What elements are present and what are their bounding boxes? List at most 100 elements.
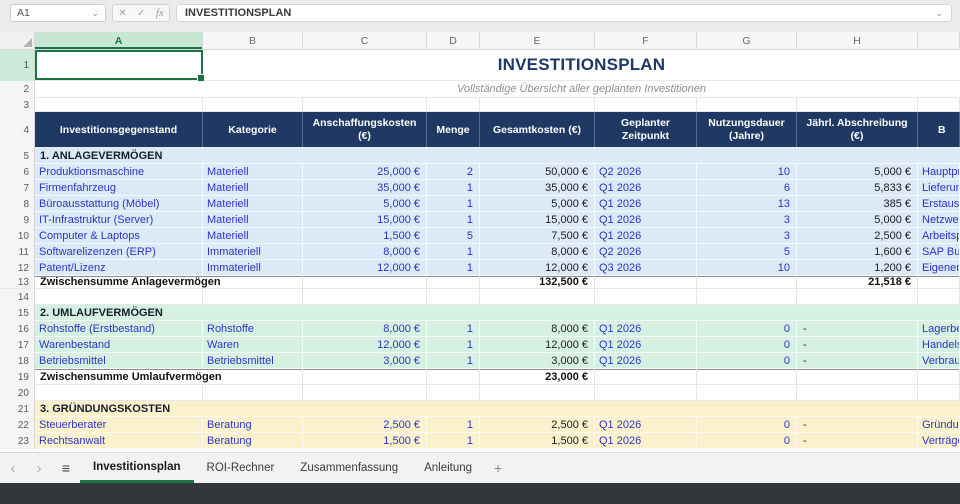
cell-A10[interactable]: Computer & Laptops [35,228,203,243]
cell-G20[interactable] [697,385,797,400]
column-header-G[interactable]: G [697,32,797,49]
cell-I16[interactable]: Lagerbes [918,321,960,336]
row-header-18[interactable]: 18 [0,353,35,369]
cell-G16[interactable]: 0 [697,321,797,336]
column-header-C[interactable]: C [303,32,427,49]
cell-G14[interactable] [697,289,797,304]
cell-A22[interactable]: Steuerberater [35,417,203,432]
cell-F3[interactable] [595,98,697,111]
cell-B3[interactable] [203,98,303,111]
cell-H8[interactable]: 385 € [797,196,918,211]
cell-C8[interactable]: 5,000 € [303,196,427,211]
cell-G22[interactable]: 0 [697,417,797,432]
cell-H19[interactable] [797,369,918,384]
row-header-19[interactable]: 19 [0,369,35,385]
column-header-H[interactable]: H [797,32,918,49]
cell-F13[interactable] [595,276,697,288]
row-header-1[interactable]: 1 [0,50,35,81]
cell-D14[interactable] [427,289,480,304]
cell-A16[interactable]: Rohstoffe (Erstbestand) [35,321,203,336]
row-header-5[interactable]: 5 [0,148,35,164]
cell-C23[interactable]: 1,500 € [303,433,427,448]
cell-D23[interactable]: 1 [427,433,480,448]
row-header-21[interactable]: 21 [0,401,35,417]
cell-G19[interactable] [697,369,797,384]
cell-F22[interactable]: Q1 2026 [595,417,697,432]
row-header-11[interactable]: 11 [0,244,35,260]
cell-A2[interactable] [35,81,203,97]
next-sheet-icon[interactable]: › [26,453,52,483]
cell-E3[interactable] [480,98,595,111]
cell-A23[interactable]: Rechtsanwalt [35,433,203,448]
row-header-7[interactable]: 7 [0,180,35,196]
cell-H18[interactable]: - [797,353,918,368]
cell-F9[interactable]: Q1 2026 [595,212,697,227]
row-header-2[interactable]: 2 [0,81,35,98]
cell-I23[interactable]: Verträge [918,433,960,448]
cell-A17[interactable]: Warenbestand [35,337,203,352]
name-box-chevron-icon[interactable]: ⌄ [91,9,99,18]
cell-G13[interactable] [697,276,797,288]
cell-A11[interactable]: Softwarelizenzen (ERP) [35,244,203,259]
cell-B14[interactable] [203,289,303,304]
cell-I10[interactable]: Arbeitsp [918,228,960,243]
row-header-15[interactable]: 15 [0,305,35,321]
cell-F17[interactable]: Q1 2026 [595,337,697,352]
cell-A8[interactable]: Büroausstattung (Möbel) [35,196,203,211]
cell-C16[interactable]: 8,000 € [303,321,427,336]
cell-C11[interactable]: 8,000 € [303,244,427,259]
row-header-13[interactable]: 13 [0,276,35,288]
cell-D8[interactable]: 1 [427,196,480,211]
cell-D11[interactable]: 1 [427,244,480,259]
cell-B12[interactable]: Immateriell [203,260,303,275]
cell-B6[interactable]: Materiell [203,164,303,179]
column-header-A[interactable]: A [35,32,203,49]
sheet-tab-zusammenfassung[interactable]: Zusammenfassung [287,453,411,483]
cell-I17[interactable]: Handels [918,337,960,352]
cell-E9[interactable]: 15,000 € [480,212,595,227]
cell-H9[interactable]: 5,000 € [797,212,918,227]
cell-A3[interactable] [35,98,203,111]
cell-B23[interactable]: Beratung [203,433,303,448]
cell-D17[interactable]: 1 [427,337,480,352]
cell-G17[interactable]: 0 [697,337,797,352]
cell-H20[interactable] [797,385,918,400]
cell-H3[interactable] [797,98,918,111]
cell-A9[interactable]: IT-Infrastruktur (Server) [35,212,203,227]
cell-F8[interactable]: Q1 2026 [595,196,697,211]
row-header-10[interactable]: 10 [0,228,35,244]
cell-G3[interactable] [697,98,797,111]
cell-H22[interactable]: - [797,417,918,432]
add-sheet-icon[interactable]: + [485,453,511,483]
row-header-20[interactable]: 20 [0,385,35,401]
cell-C7[interactable]: 35,000 € [303,180,427,195]
cell-E19[interactable]: 23,000 € [480,369,595,384]
cell-E14[interactable] [480,289,595,304]
cell-F16[interactable]: Q1 2026 [595,321,697,336]
cell-E17[interactable]: 12,000 € [480,337,595,352]
cell-E12[interactable]: 12,000 € [480,260,595,275]
cell-F18[interactable]: Q1 2026 [595,353,697,368]
cell-B11[interactable]: Immateriell [203,244,303,259]
cell-E23[interactable]: 1,500 € [480,433,595,448]
row-header-23[interactable]: 23 [0,433,35,449]
cell-I8[interactable]: Erstauss [918,196,960,211]
cell-F10[interactable]: Q1 2026 [595,228,697,243]
cell-C18[interactable]: 3,000 € [303,353,427,368]
cell-D20[interactable] [427,385,480,400]
cell-B10[interactable]: Materiell [203,228,303,243]
cell-A20[interactable] [35,385,203,400]
sheet-list-menu-icon[interactable]: ≡ [52,453,80,483]
row-header-8[interactable]: 8 [0,196,35,212]
confirm-icon[interactable]: ✓ [137,8,145,19]
cell-I20[interactable] [918,385,960,400]
column-header-B[interactable]: B [203,32,303,49]
column-header-E[interactable]: E [480,32,595,49]
cell-E11[interactable]: 8,000 € [480,244,595,259]
row-header-17[interactable]: 17 [0,337,35,353]
column-header-F[interactable]: F [595,32,697,49]
sheet-tab-roi-rechner[interactable]: ROI-Rechner [194,453,288,483]
cell-E8[interactable]: 5,000 € [480,196,595,211]
cell-C12[interactable]: 12,000 € [303,260,427,275]
formula-bar-expand-icon[interactable]: ⌄ [935,9,943,18]
